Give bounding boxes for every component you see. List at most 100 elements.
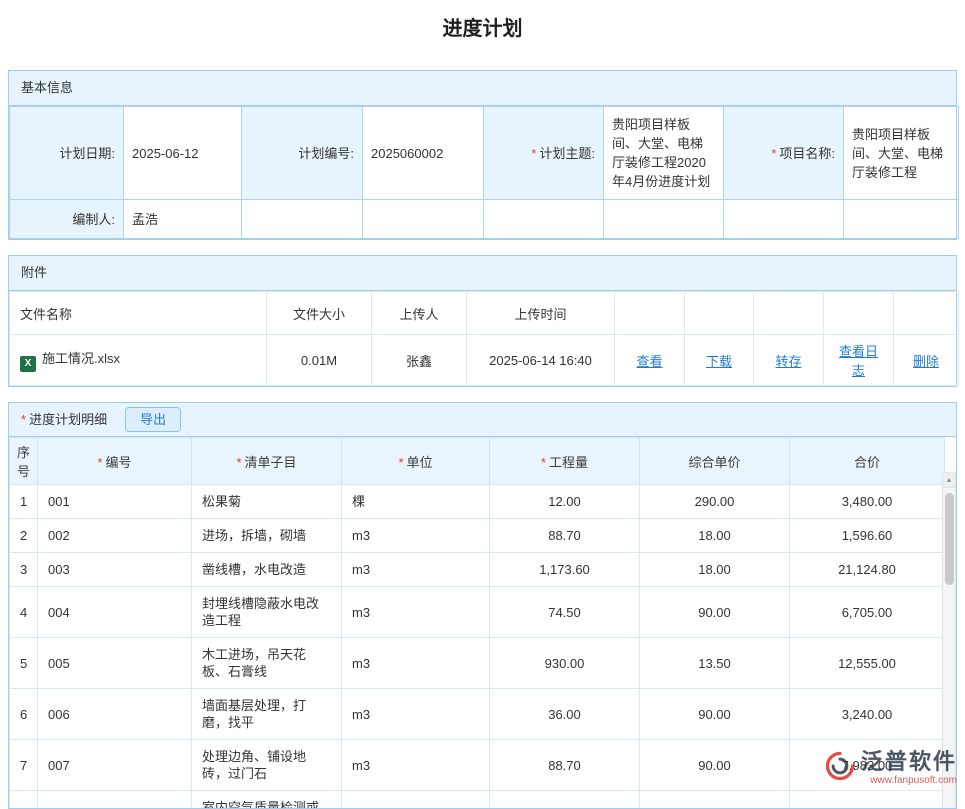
- empty-cell: [242, 200, 363, 239]
- download-link[interactable]: 下载: [706, 354, 732, 369]
- detail-table-wrap: 序号 *编号 *清单子目 *单位 *工程量 综合单价 合价 1 001 松果菊 …: [9, 437, 956, 809]
- project-name-label: *项目名称:: [724, 107, 844, 200]
- transfer-link[interactable]: 转存: [775, 354, 801, 369]
- cell-quantity: 74.50: [490, 587, 640, 638]
- attachment-actions: 查看: [615, 335, 685, 386]
- cell-seq: 8: [10, 791, 38, 809]
- table-row: 7 007 处理边角、铺设地砖，过门石 m3 88.70 90.00 7,983…: [10, 740, 945, 791]
- attachment-action-header: [894, 292, 959, 335]
- cell-item: 墙面基层处理，打磨，找平: [192, 689, 342, 740]
- cell-quantity: 1,173.60: [490, 553, 640, 587]
- empty-cell: [844, 200, 959, 239]
- view-log-link[interactable]: 查看日志: [839, 344, 878, 378]
- cell-quantity: 36.00: [490, 689, 640, 740]
- detail-table: 序号 *编号 *清单子目 *单位 *工程量 综合单价 合价 1 001 松果菊 …: [9, 437, 945, 809]
- cell-total: 3,480.00: [790, 485, 945, 519]
- empty-cell: [724, 200, 844, 239]
- cell-quantity: 88.70: [490, 740, 640, 791]
- attachments-title: 附件: [9, 256, 956, 291]
- cell-item: 木工进场，吊天花板、石膏线: [192, 638, 342, 689]
- table-row: 8 008 室内空气质量检测或室内空气污染综合治理; m3 15.50 500.…: [10, 791, 945, 809]
- cell-code: 004: [38, 587, 192, 638]
- detail-section: * 进度计划明细 导出 序号 *编号 *清单子目 *单位 *工程量 综合单价 合…: [8, 402, 957, 809]
- attachment-action-header: [754, 292, 824, 335]
- view-link[interactable]: 查看: [636, 354, 662, 369]
- required-mark: *: [771, 146, 776, 161]
- attachment-uploader: 张鑫: [372, 335, 467, 386]
- cell-unit-price: 90.00: [640, 689, 790, 740]
- plan-subject-value: 贵阳项目样板间、大堂、电梯厅装修工程2020年4月份进度计划: [604, 107, 724, 200]
- page-title: 进度计划: [0, 0, 965, 55]
- cell-item: 室内空气质量检测或室内空气污染综合治理;: [192, 791, 342, 809]
- table-row: 2 002 进场，拆墙，砌墙 m3 88.70 18.00 1,596.60: [10, 519, 945, 553]
- table-row: 4 004 封埋线槽隐蔽水电改造工程 m3 74.50 90.00 6,705.…: [10, 587, 945, 638]
- attachments-section: 附件 文件名称 文件大小 上传人 上传时间 X施工情况.xlsx 0.01M: [8, 255, 957, 387]
- cell-unit-price: 13.50: [640, 638, 790, 689]
- cell-seq: 4: [10, 587, 38, 638]
- basic-info-table: 计划日期: 2025-06-12 计划编号: 2025060002 *计划主题:…: [9, 106, 959, 239]
- basic-info-title: 基本信息: [9, 71, 956, 106]
- col-code: *编号: [38, 438, 192, 485]
- col-item: *清单子目: [192, 438, 342, 485]
- plan-subject-label: *计划主题:: [484, 107, 604, 200]
- cell-total: 21,124.80: [790, 553, 945, 587]
- cell-code: 005: [38, 638, 192, 689]
- plan-date-label: 计划日期:: [10, 107, 124, 200]
- cell-code: 007: [38, 740, 192, 791]
- scroll-up-arrow-icon[interactable]: ▲: [943, 473, 955, 488]
- cell-quantity: 88.70: [490, 519, 640, 553]
- cell-item: 封埋线槽隐蔽水电改造工程: [192, 587, 342, 638]
- col-total: 合价: [790, 438, 945, 485]
- cell-total: 6,705.00: [790, 587, 945, 638]
- col-file-name: 文件名称: [10, 292, 267, 335]
- table-row: 3 003 凿线槽，水电改造 m3 1,173.60 18.00 21,124.…: [10, 553, 945, 587]
- required-mark: *: [541, 455, 546, 470]
- col-quantity: *工程量: [490, 438, 640, 485]
- detail-title: 进度计划明细: [29, 408, 107, 432]
- attachment-action-header: [685, 292, 754, 335]
- cell-unit-price: 18.00: [640, 553, 790, 587]
- cell-seq: 5: [10, 638, 38, 689]
- cell-quantity: 930.00: [490, 638, 640, 689]
- cell-seq: 1: [10, 485, 38, 519]
- col-file-size: 文件大小: [267, 292, 372, 335]
- cell-unit: m3: [342, 638, 490, 689]
- cell-item: 进场，拆墙，砌墙: [192, 519, 342, 553]
- cell-item: 凿线槽，水电改造: [192, 553, 342, 587]
- cell-unit: m3: [342, 519, 490, 553]
- plan-no-value: 2025060002: [363, 107, 484, 200]
- col-seq: 序号: [10, 438, 38, 485]
- basic-info-row-2: 编制人: 孟浩: [10, 200, 959, 239]
- attachment-file-name: X施工情况.xlsx: [10, 335, 267, 386]
- cell-unit-price: 18.00: [640, 519, 790, 553]
- cell-unit-price: 90.00: [640, 587, 790, 638]
- cell-unit-price: 500.00: [640, 791, 790, 809]
- plan-date-value: 2025-06-12: [124, 107, 242, 200]
- fanpu-logo-icon: [825, 751, 855, 786]
- cell-code: 003: [38, 553, 192, 587]
- cell-item: 松果菊: [192, 485, 342, 519]
- export-button[interactable]: 导出: [125, 407, 181, 432]
- cell-quantity: 15.50: [490, 791, 640, 809]
- required-mark: *: [236, 455, 241, 470]
- attachment-file-size: 0.01M: [267, 335, 372, 386]
- table-row: 1 001 松果菊 棵 12.00 290.00 3,480.00: [10, 485, 945, 519]
- delete-link[interactable]: 删除: [913, 354, 939, 369]
- cell-unit: m3: [342, 689, 490, 740]
- excel-file-icon: X: [20, 356, 36, 372]
- brand-url: www.fanpusoft.com: [870, 775, 957, 787]
- cell-code: 002: [38, 519, 192, 553]
- col-unit-price: 综合单价: [640, 438, 790, 485]
- col-upload-time: 上传时间: [467, 292, 615, 335]
- cell-code: 006: [38, 689, 192, 740]
- cell-seq: 3: [10, 553, 38, 587]
- col-unit: *单位: [342, 438, 490, 485]
- attachments-table: 文件名称 文件大小 上传人 上传时间 X施工情况.xlsx 0.01M 张鑫 2…: [9, 291, 959, 386]
- cell-unit: m3: [342, 791, 490, 809]
- empty-cell: [604, 200, 724, 239]
- cell-seq: 6: [10, 689, 38, 740]
- scrollbar-thumb[interactable]: [945, 493, 954, 585]
- cell-quantity: 12.00: [490, 485, 640, 519]
- table-row: 6 006 墙面基层处理，打磨，找平 m3 36.00 90.00 3,240.…: [10, 689, 945, 740]
- attachment-actions: 转存: [754, 335, 824, 386]
